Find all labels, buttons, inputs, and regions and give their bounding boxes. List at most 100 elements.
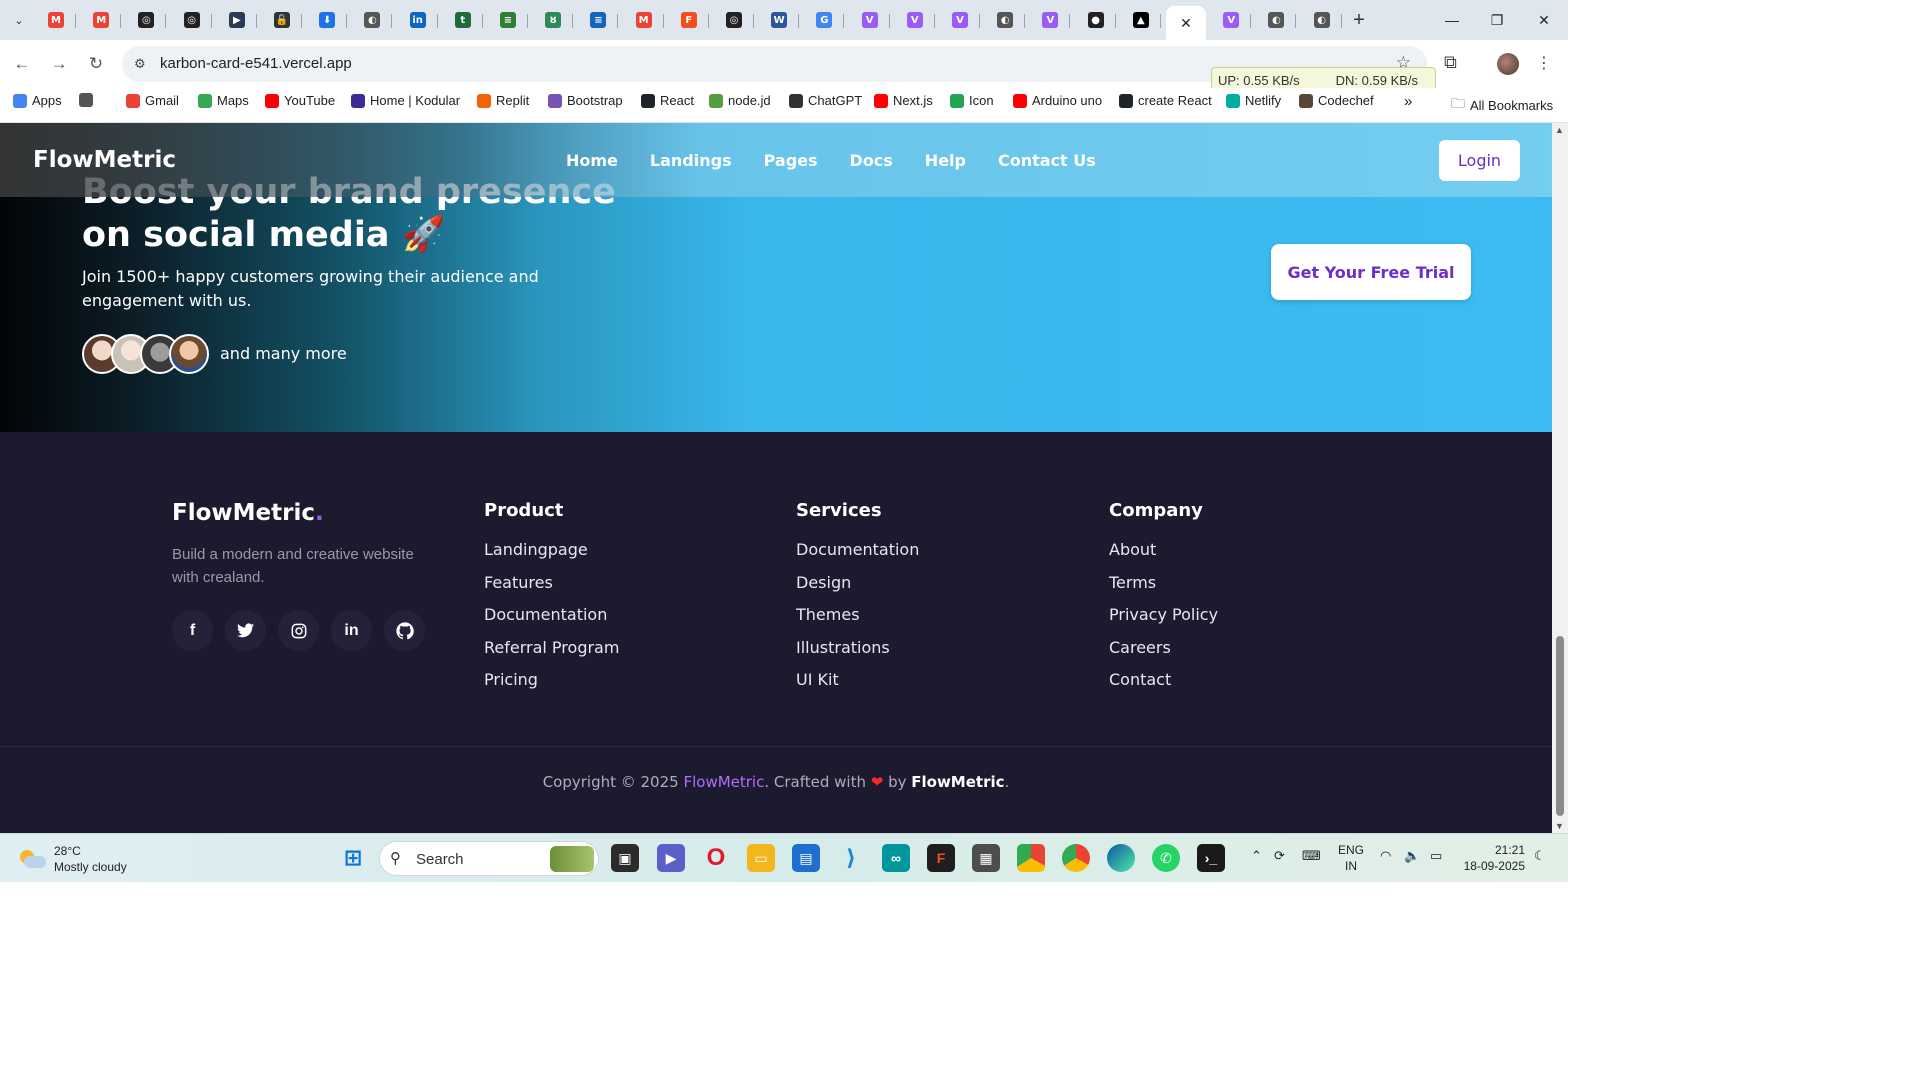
footer-link[interactable]: Pricing xyxy=(484,670,619,703)
browser-tab[interactable]: ◐ xyxy=(1302,6,1342,34)
twitter-icon[interactable] xyxy=(225,610,266,651)
footer-link[interactable]: Design xyxy=(796,573,919,606)
browser-tab[interactable]: ȣ xyxy=(533,6,574,34)
browser-tab[interactable]: ◎ xyxy=(172,6,212,34)
browser-tab[interactable]: ● xyxy=(1076,6,1116,34)
browser-tab[interactable]: V xyxy=(940,6,980,34)
all-bookmarks-button[interactable]: 🗀 All Bookmarks xyxy=(1451,93,1553,117)
back-arrow-icon[interactable]: ← xyxy=(10,52,34,76)
bookmark-arduino-uno[interactable]: Arduino uno xyxy=(1013,93,1102,108)
taskbar-search-input[interactable]: ⚲ Search xyxy=(379,841,599,876)
nav-contact-us[interactable]: Contact Us xyxy=(998,151,1096,170)
keyboard-icon[interactable]: ⌨ xyxy=(1302,848,1321,864)
bookmark-netlify[interactable]: Netlify xyxy=(1226,93,1281,108)
bookmark-next-js[interactable]: Next.js xyxy=(874,93,933,108)
footer-link[interactable]: About xyxy=(1109,540,1218,573)
browser-tab[interactable]: ◎ xyxy=(126,6,167,34)
free-trial-button[interactable]: Get Your Free Trial xyxy=(1271,244,1471,300)
extensions-puzzle-icon[interactable]: ⧉ xyxy=(1444,52,1457,73)
facebook-icon[interactable]: f xyxy=(172,610,213,651)
forward-arrow-icon[interactable]: → xyxy=(47,52,71,76)
system-clock[interactable]: 21:21 18-09-2025 xyxy=(1461,842,1525,874)
vscode-icon[interactable]: ⟩ xyxy=(837,844,865,872)
chrome-canary-icon[interactable] xyxy=(1017,844,1045,872)
browser-tab[interactable]: ▲ xyxy=(1121,6,1161,34)
footer-link[interactable]: Contact xyxy=(1109,670,1218,703)
site-logo[interactable]: FlowMetric xyxy=(33,147,176,173)
browser-tab[interactable]: G xyxy=(804,6,845,34)
browser-tab[interactable]: M xyxy=(624,6,664,34)
figma-icon[interactable]: F xyxy=(927,844,955,872)
bookmarks-overflow-icon[interactable]: » xyxy=(1404,93,1412,110)
window-close-icon[interactable]: ✕ xyxy=(1532,8,1556,32)
bookmark-node-jd[interactable]: node.jd xyxy=(709,93,771,108)
nav-docs[interactable]: Docs xyxy=(850,151,893,170)
url-text[interactable]: karbon-card-e541.vercel.app xyxy=(160,55,352,72)
nav-help[interactable]: Help xyxy=(925,151,966,170)
instagram-icon[interactable] xyxy=(278,610,319,651)
browser-tab[interactable]: ◐ xyxy=(985,6,1026,34)
new-tab-button[interactable]: + xyxy=(1348,9,1370,31)
bookmark-home-kodular[interactable]: Home | Kodular xyxy=(351,93,460,108)
kebab-menu-icon[interactable]: ⋮ xyxy=(1536,53,1552,73)
browser-tab[interactable]: ≡ xyxy=(578,6,619,34)
app-icon[interactable]: ▦ xyxy=(972,844,1000,872)
tab-search-chevron-icon[interactable]: ⌄ xyxy=(8,9,30,31)
site-settings-icon[interactable]: ⚙ xyxy=(134,56,150,72)
browser-tab[interactable]: ◎ xyxy=(714,6,754,34)
footer-link[interactable]: Landingpage xyxy=(484,540,619,573)
bookmark-chatgpt[interactable]: ChatGPT xyxy=(789,93,862,108)
wifi-icon[interactable]: ◠ xyxy=(1380,848,1391,864)
footer-link[interactable]: Terms xyxy=(1109,573,1218,606)
footer-link[interactable]: Careers xyxy=(1109,638,1218,671)
browser-tab[interactable]: V xyxy=(1030,6,1071,34)
footer-logo[interactable]: FlowMetric. xyxy=(172,500,324,526)
linkedin-icon[interactable]: in xyxy=(331,610,372,651)
browser-tab[interactable]: ≡ xyxy=(488,6,528,34)
bookmark-apps[interactable]: Apps xyxy=(13,93,62,108)
scrollbar-thumb[interactable] xyxy=(1556,636,1564,816)
close-icon[interactable]: ✕ xyxy=(1180,15,1192,32)
terminal-icon[interactable]: ›_ xyxy=(1197,844,1225,872)
footer-link[interactable]: Features xyxy=(484,573,619,606)
bookmark-replit[interactable]: Replit xyxy=(477,93,529,108)
bookmark-react[interactable]: React xyxy=(641,93,694,108)
browser-tab[interactable]: F xyxy=(669,6,709,34)
browser-tab[interactable]: ◐ xyxy=(352,6,393,34)
copyright-brand-link[interactable]: FlowMetric xyxy=(683,773,764,791)
bookmark-codechef[interactable]: Codechef xyxy=(1299,93,1374,108)
page-scrollbar[interactable]: ▲ ▼ xyxy=(1552,123,1568,833)
browser-tab[interactable]: V xyxy=(1211,6,1252,34)
battery-icon[interactable]: ▭ xyxy=(1430,848,1442,864)
github-icon[interactable] xyxy=(384,610,425,651)
browser-tab[interactable]: W xyxy=(759,6,800,34)
bookmark-gmail[interactable]: Gmail xyxy=(126,93,179,108)
sync-icon[interactable]: ⟳ xyxy=(1274,848,1285,864)
footer-link[interactable]: Documentation xyxy=(796,540,919,573)
file-explorer-icon[interactable]: ▭ xyxy=(747,844,775,872)
browser-tab[interactable]: in xyxy=(398,6,438,34)
profile-avatar[interactable] xyxy=(1497,53,1519,75)
task-view-icon[interactable]: ▣ xyxy=(611,844,639,872)
nav-home[interactable]: Home xyxy=(566,151,618,170)
browser-tab[interactable]: t xyxy=(443,6,483,34)
nav-landings[interactable]: Landings xyxy=(650,151,732,170)
opera-icon[interactable]: O xyxy=(702,844,730,872)
volume-icon[interactable]: 🔈 xyxy=(1404,848,1420,864)
restore-icon[interactable]: ❐ xyxy=(1485,8,1509,32)
bookmark-icon[interactable]: Icon xyxy=(950,93,994,108)
arduino-icon[interactable]: ∞ xyxy=(882,844,910,872)
moon-icon[interactable]: ☾ xyxy=(1534,848,1546,864)
bookmark-bootstrap[interactable]: Bootstrap xyxy=(548,93,623,108)
nav-pages[interactable]: Pages xyxy=(764,151,818,170)
browser-tab[interactable]: 🔓 xyxy=(262,6,302,34)
whatsapp-icon[interactable]: ✆ xyxy=(1152,844,1180,872)
footer-link[interactable]: Illustrations xyxy=(796,638,919,671)
chrome-icon[interactable] xyxy=(1062,844,1090,872)
input-language[interactable]: ENG IN xyxy=(1337,842,1365,874)
minimize-icon[interactable]: — xyxy=(1440,8,1464,32)
footer-link[interactable]: Themes xyxy=(796,605,919,638)
footer-link[interactable]: UI Kit xyxy=(796,670,919,703)
bookmark-create-react[interactable]: create React xyxy=(1119,93,1212,108)
edge-icon[interactable] xyxy=(1107,844,1135,872)
